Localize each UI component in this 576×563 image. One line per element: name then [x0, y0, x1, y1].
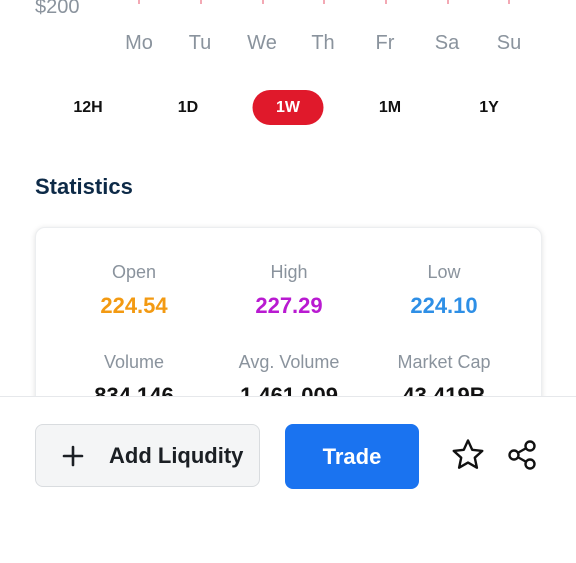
bottom-action-bar: Add Liqudity Trade: [0, 396, 576, 563]
day-label-we: We: [247, 32, 277, 54]
timeframe-1d[interactable]: 1D: [168, 90, 208, 125]
star-icon[interactable]: [450, 437, 486, 473]
stat-label-avg-volume: Avg. Volume: [238, 352, 340, 372]
day-label-su: Su: [496, 32, 522, 54]
plus-icon: [62, 445, 84, 466]
stat-label-volume: Volume: [103, 352, 165, 372]
price-axis-label: $200: [35, 0, 80, 18]
timeframe-1w[interactable]: 1W: [252, 90, 324, 125]
stat-label-high: High: [270, 262, 308, 282]
day-label-th: Th: [311, 32, 335, 54]
share-icon[interactable]: [504, 437, 540, 473]
timeframe-1m[interactable]: 1M: [370, 90, 410, 125]
stat-label-low: Low: [427, 262, 461, 282]
day-label-fr: Fr: [375, 32, 395, 54]
stat-value-low: 224.10: [410, 293, 478, 318]
chart-tick-mark: [200, 0, 202, 4]
add-liquidity-button[interactable]: Add Liqudity: [35, 424, 260, 487]
chart-tick-mark: [323, 0, 325, 4]
chart-tick-mark: [385, 0, 387, 4]
asset-detail-screen: $200 Mo Tu We Th Fr Sa Su 12H 1D 1W 1M 1…: [0, 0, 576, 563]
statistics-title: Statistics: [35, 174, 133, 199]
chart-tick-mark: [138, 0, 140, 4]
timeframe-12h[interactable]: 12H: [68, 90, 108, 125]
stat-value-open: 224.54: [100, 293, 168, 318]
add-liquidity-label: Add Liqudity: [109, 442, 244, 468]
stat-label-market-cap: Market Cap: [397, 352, 491, 372]
trade-button[interactable]: Trade: [285, 424, 419, 489]
day-label-sa: Sa: [434, 32, 460, 54]
day-label-mo: Mo: [125, 32, 153, 54]
chart-tick-mark: [447, 0, 449, 4]
stat-value-high: 227.29: [255, 293, 323, 318]
day-label-tu: Tu: [188, 32, 212, 54]
chart-tick-mark: [262, 0, 264, 4]
chart-tick-mark: [508, 0, 510, 4]
timeframe-1y[interactable]: 1Y: [469, 90, 509, 125]
stat-label-open: Open: [111, 262, 157, 282]
